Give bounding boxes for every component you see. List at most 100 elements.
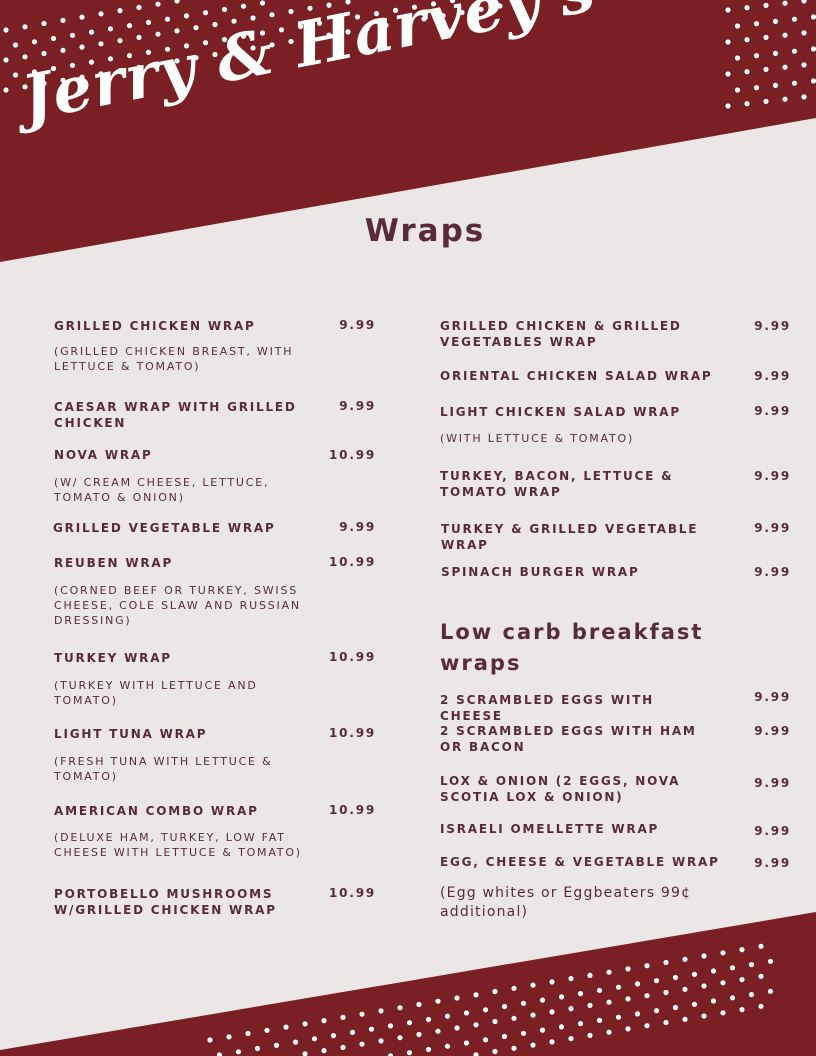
decorative-dot — [606, 969, 612, 975]
decorative-dot — [473, 992, 479, 998]
decorative-dot — [734, 87, 741, 93]
menu-item-price: 9.99 — [754, 521, 791, 535]
decorative-dot — [568, 1006, 574, 1012]
decorative-dot — [12, 42, 19, 48]
decorative-dot — [725, 71, 731, 77]
decorative-dot — [763, 66, 769, 72]
decorative-dot — [744, 101, 750, 107]
decorative-dot — [79, 14, 85, 20]
decorative-dot — [530, 1042, 536, 1048]
bottom-maroon-band — [0, 912, 816, 1056]
decorative-dot — [729, 965, 736, 971]
menu-item-name: 2 SCRAMBLED EGGS WITH CHEESE — [440, 693, 655, 723]
decorative-dot — [368, 1026, 375, 1032]
decorative-dot — [791, 80, 798, 86]
decorative-dot — [511, 985, 517, 991]
decorative-dot — [425, 1046, 432, 1053]
decorative-dot — [634, 1011, 641, 1017]
decorative-dot — [587, 1002, 593, 1009]
decorative-dot — [145, 19, 152, 25]
decorative-dot — [349, 1029, 356, 1035]
decorative-dot — [444, 1043, 451, 1049]
menu-item-price: 10.99 — [329, 448, 376, 462]
decorative-dot — [625, 996, 631, 1002]
decorative-dot — [202, 10, 209, 16]
menu-item-price: 9.99 — [754, 824, 791, 838]
decorative-dot — [511, 1045, 517, 1051]
decorative-dot — [60, 47, 66, 53]
decorative-dot — [378, 1038, 384, 1044]
decorative-dot — [615, 984, 622, 990]
menu-item-price: 10.99 — [329, 886, 376, 900]
decorative-dot — [520, 1030, 527, 1036]
decorative-dot — [791, 48, 798, 54]
decorative-dot — [753, 53, 760, 59]
decorative-dot — [41, 50, 47, 57]
decorative-dot — [444, 1013, 451, 1019]
decorative-dot — [302, 1021, 308, 1027]
decorative-dot — [435, 1028, 441, 1034]
menu-item-price: 9.99 — [754, 856, 791, 870]
decorative-dot — [530, 1012, 536, 1018]
decorative-dot — [810, 46, 816, 52]
decorative-dot — [710, 998, 717, 1004]
decorative-dot — [406, 1020, 413, 1026]
decorative-dot — [330, 1033, 337, 1039]
menu-item-name: EGG, CHEESE & VEGETABLE WRAP — [440, 855, 720, 869]
decorative-dot — [644, 963, 650, 969]
menu-item-name: SPINACH BURGER WRAP — [441, 565, 640, 579]
menu-item-price: 9.99 — [754, 369, 791, 383]
decorative-dot — [568, 1036, 574, 1042]
decorative-dot — [321, 1018, 327, 1024]
decorative-dot — [520, 1000, 527, 1006]
menu-item-name: AMERICAN COMBO WRAP — [54, 804, 259, 818]
decorative-dot — [758, 1003, 764, 1009]
decorative-dot — [753, 85, 760, 91]
decorative-dot — [425, 1016, 432, 1023]
decorative-dot — [720, 950, 726, 956]
decorative-dot — [164, 16, 171, 22]
decorative-dot — [549, 1009, 555, 1015]
decorative-dot — [264, 1027, 270, 1033]
decorative-dot — [292, 1039, 299, 1045]
decorative-dot — [725, 103, 731, 109]
decorative-dot — [782, 64, 788, 70]
decorative-dot — [596, 987, 603, 994]
decorative-dot — [558, 994, 565, 1000]
section-title: Wraps — [364, 213, 486, 249]
decorative-dot — [739, 947, 745, 953]
decorative-dot — [758, 943, 764, 949]
menu-item-price: 9.99 — [339, 318, 376, 332]
decorative-dot — [60, 17, 66, 23]
decorative-dot — [810, 14, 816, 20]
decorative-dot — [492, 1018, 498, 1025]
menu-item-name: GRILLED CHICKEN WRAP — [54, 319, 256, 333]
decorative-dot — [473, 1022, 479, 1028]
menu-item-description: (TURKEY WITH LETTUCE AND TOMATO) — [54, 679, 258, 707]
decorative-dot — [539, 997, 546, 1003]
decorative-dot — [254, 1045, 261, 1052]
decorative-dot — [748, 962, 755, 968]
menu-item-name: PORTOBELLO MUSHROOMS W/GRILLED CHICKEN W… — [54, 887, 277, 917]
decorative-dot — [530, 982, 536, 988]
decorative-dot — [378, 1008, 384, 1014]
decorative-dot — [539, 1027, 546, 1033]
decorative-dot — [625, 1026, 631, 1032]
decorative-dot — [782, 32, 788, 38]
decorative-dot — [682, 956, 688, 962]
decorative-dot — [359, 1041, 365, 1047]
menu-item-name: TURKEY, BACON, LETTUCE & TOMATO WRAP — [440, 469, 674, 499]
decorative-dot — [511, 1015, 517, 1021]
menu-item-name: CAESAR WRAP WITH GRILLED CHICKEN — [54, 400, 297, 430]
decorative-dot — [3, 87, 9, 93]
menu-item-price: 9.99 — [754, 724, 791, 738]
decorative-dot — [625, 966, 631, 972]
decorative-dot — [136, 4, 142, 10]
decorative-dot — [748, 992, 755, 998]
decorative-dot — [416, 1031, 422, 1038]
decorative-dot — [568, 976, 574, 982]
decorative-dot — [273, 1042, 280, 1048]
menu-item-description: (FRESH TUNA WITH LETTUCE & TOMATO) — [54, 755, 273, 783]
decorative-dot — [729, 995, 736, 1001]
decorative-dot — [79, 44, 85, 50]
